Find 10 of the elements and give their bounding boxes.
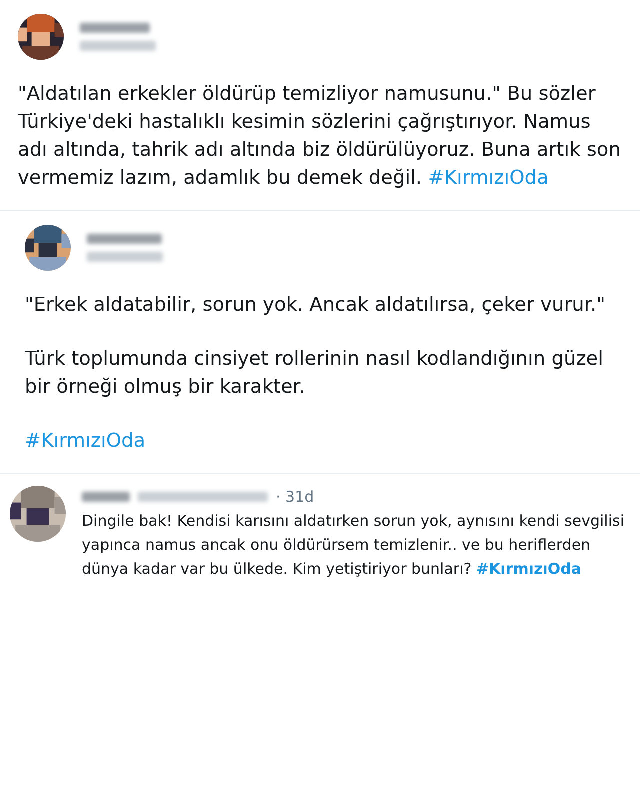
hashtag-link[interactable]: #KırmızıOda: [428, 166, 549, 189]
blurred-name: [82, 492, 130, 502]
hashtag-link[interactable]: #KırmızıOda: [476, 560, 582, 578]
tweet-text: "Aldatılan erkekler öldürüp temizliyor namusunu." Bu sözler Türkiye'deki hastalıklı kesimin sözlerini çağrıştırıyor. Namus adı altında, tahrik adı altında biz öldürülüyoruz. Buna artık son vermemiz lazım, adamlık bu demek değil. #KırmızıOda: [18, 81, 622, 191]
tweet-time: · 31d: [276, 487, 314, 508]
tweet-text: "Erkek aldatabilir, sorun yok. Ancak aldatılırsa, çeker vurur.": [25, 292, 606, 318]
tweet-text: Dingile bak! Kendisi karısını aldatırken sorun yok, aynısını kendi sevgilisi yapınca namus ancak onu öldürürsem temizlenir.. ve bu heriflerden dünya kadar var bu ülkede. Kim yetiştiriyor bunları? #KırmızıOda: [82, 510, 626, 580]
blurred-name: [80, 23, 150, 33]
tweet-text: Türk toplumunda cinsiyet rollerinin nasıl kodlandığının güzel bir örneği olmuş bir karakter.: [25, 346, 605, 400]
hashtag-link[interactable]: #KırmızıOda: [25, 429, 146, 452]
